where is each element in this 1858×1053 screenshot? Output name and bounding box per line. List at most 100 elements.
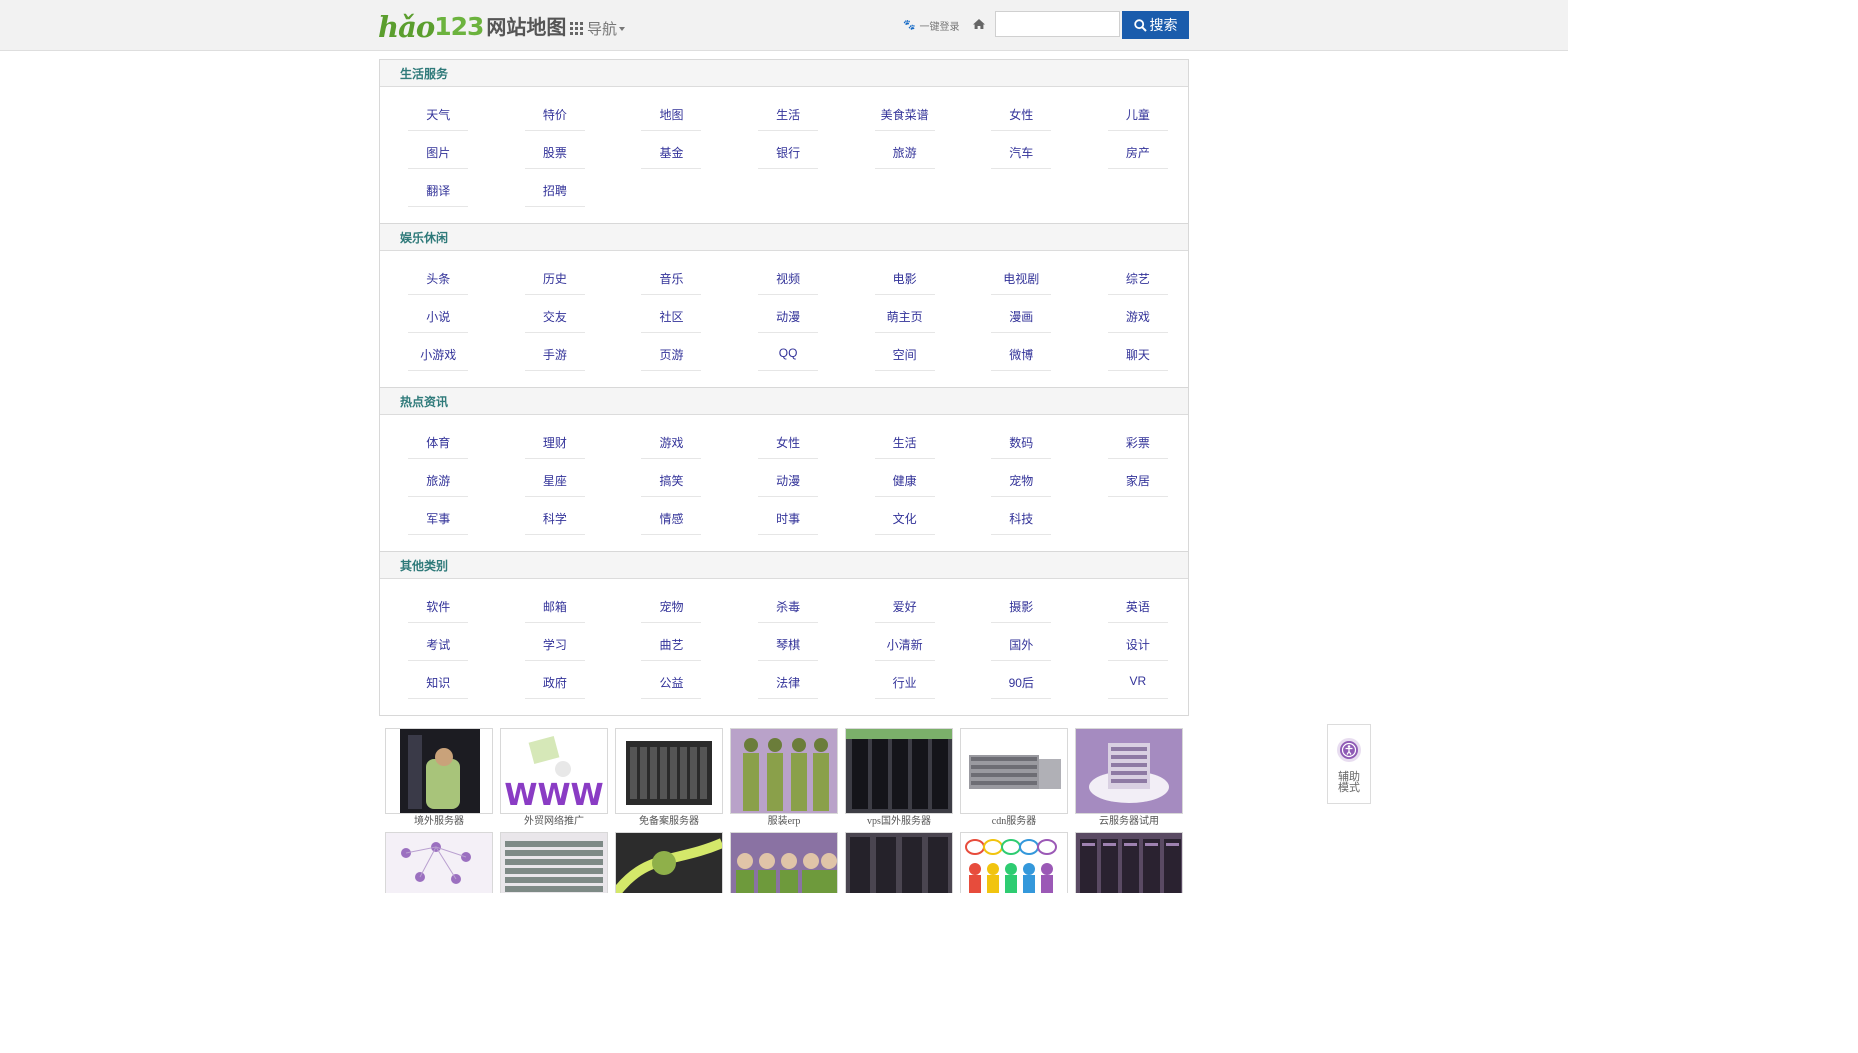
category-link[interactable]: 国外 xyxy=(991,628,1052,661)
category-link[interactable]: VR xyxy=(1107,666,1168,699)
ad-caption[interactable]: 外贸网络推广 xyxy=(500,814,608,829)
category-link[interactable]: 爱好 xyxy=(874,590,935,623)
ad-item[interactable] xyxy=(500,832,608,893)
ad-item[interactable] xyxy=(385,832,493,893)
category-link[interactable]: 政府 xyxy=(524,666,585,699)
category-link[interactable]: 宠物 xyxy=(641,590,702,623)
category-link[interactable]: 游戏 xyxy=(1107,300,1168,333)
category-link[interactable]: 翻译 xyxy=(408,174,469,207)
category-link[interactable]: 微博 xyxy=(991,338,1052,371)
category-link[interactable]: 数码 xyxy=(991,426,1052,459)
category-link[interactable]: 科技 xyxy=(991,502,1052,535)
category-link[interactable]: 电影 xyxy=(874,262,935,295)
category-link[interactable]: 健康 xyxy=(874,464,935,497)
category-link[interactable]: 游戏 xyxy=(641,426,702,459)
category-link[interactable]: 手游 xyxy=(524,338,585,371)
team-photo-image[interactable] xyxy=(730,832,838,893)
category-link[interactable]: 软件 xyxy=(408,590,469,623)
hao123-logo[interactable]: hǎo 123 网站地图 xyxy=(378,10,566,42)
www-figure-image[interactable]: WWW xyxy=(500,728,608,814)
category-link[interactable]: 杀毒 xyxy=(758,590,819,623)
cable-hand-image[interactable] xyxy=(615,832,723,893)
home-icon[interactable] xyxy=(972,17,986,31)
category-link[interactable]: 邮箱 xyxy=(524,590,585,623)
ad-item[interactable]: WWW 外贸网络推广 xyxy=(500,728,608,829)
category-link[interactable]: 股票 xyxy=(524,136,585,169)
category-link[interactable]: 旅游 xyxy=(408,464,469,497)
category-link[interactable]: 动漫 xyxy=(758,464,819,497)
category-link[interactable]: 90后 xyxy=(991,666,1052,699)
category-link[interactable]: 琴棋 xyxy=(758,628,819,661)
ad-caption[interactable]: 云服务器试用 xyxy=(1075,814,1183,829)
ad-item[interactable]: 云服务器试用 xyxy=(1075,728,1183,829)
category-link[interactable]: 图片 xyxy=(408,136,469,169)
network-people-image[interactable] xyxy=(385,832,493,893)
ad-item[interactable]: 服装erp xyxy=(730,728,838,829)
ad-item[interactable]: 免备案服务器 xyxy=(615,728,723,829)
category-link[interactable]: 知识 xyxy=(408,666,469,699)
category-link[interactable]: 空间 xyxy=(874,338,935,371)
category-link[interactable]: 萌主页 xyxy=(874,300,935,333)
category-link[interactable]: 行业 xyxy=(874,666,935,699)
category-link[interactable]: 美食菜谱 xyxy=(874,98,935,131)
category-link[interactable]: 搞笑 xyxy=(641,464,702,497)
category-link[interactable]: 音乐 xyxy=(641,262,702,295)
category-link[interactable]: 星座 xyxy=(524,464,585,497)
category-link[interactable]: 特价 xyxy=(524,98,585,131)
category-link[interactable]: 军事 xyxy=(408,502,469,535)
category-link[interactable]: 招聘 xyxy=(524,174,585,207)
one-click-login-link[interactable]: 🐾 一键登录 xyxy=(903,18,959,33)
cloud-server-image[interactable] xyxy=(1075,728,1183,814)
category-link[interactable]: 时事 xyxy=(758,502,819,535)
category-link[interactable]: 文化 xyxy=(874,502,935,535)
category-link[interactable]: QQ xyxy=(758,338,819,371)
ad-caption[interactable]: 免备案服务器 xyxy=(615,814,723,829)
category-link[interactable]: 聊天 xyxy=(1107,338,1168,371)
server-room-image[interactable] xyxy=(845,832,953,893)
server-rack-image[interactable] xyxy=(385,728,493,814)
category-link[interactable]: 地图 xyxy=(641,98,702,131)
storage-array-image[interactable] xyxy=(500,832,608,893)
ad-item[interactable] xyxy=(730,832,838,893)
category-link[interactable]: 公益 xyxy=(641,666,702,699)
speech-bubbles-image[interactable] xyxy=(960,832,1068,893)
ad-caption[interactable]: 境外服务器 xyxy=(385,814,493,829)
rack-units-image[interactable] xyxy=(960,728,1068,814)
category-link[interactable]: 综艺 xyxy=(1107,262,1168,295)
category-link[interactable]: 头条 xyxy=(408,262,469,295)
ad-caption[interactable]: cdn服务器 xyxy=(960,814,1068,829)
category-link[interactable]: 社区 xyxy=(641,300,702,333)
category-link[interactable]: 生活 xyxy=(758,98,819,131)
category-link[interactable]: 生活 xyxy=(874,426,935,459)
category-link[interactable]: 理财 xyxy=(524,426,585,459)
ad-item[interactable]: vps国外服务器 xyxy=(845,728,953,829)
category-link[interactable]: 小说 xyxy=(408,300,469,333)
search-input[interactable] xyxy=(995,11,1120,37)
ad-item[interactable]: cdn服务器 xyxy=(960,728,1068,829)
category-link[interactable]: 宠物 xyxy=(991,464,1052,497)
blade-server-image[interactable] xyxy=(615,728,723,814)
category-link[interactable]: 家居 xyxy=(1107,464,1168,497)
category-link[interactable]: 科学 xyxy=(524,502,585,535)
category-link[interactable]: 视频 xyxy=(758,262,819,295)
category-link[interactable]: 房产 xyxy=(1107,136,1168,169)
ad-item[interactable] xyxy=(615,832,723,893)
category-link[interactable]: 小游戏 xyxy=(408,338,469,371)
category-link[interactable]: 考试 xyxy=(408,628,469,661)
category-link[interactable]: 历史 xyxy=(524,262,585,295)
ad-caption[interactable]: 服装erp xyxy=(730,814,838,829)
ad-item[interactable] xyxy=(1075,832,1183,893)
category-link[interactable]: 交友 xyxy=(524,300,585,333)
search-button[interactable]: 搜索 xyxy=(1122,11,1189,39)
assist-mode-button[interactable]: 辅助 模式 xyxy=(1327,724,1371,804)
category-link[interactable]: 摄影 xyxy=(991,590,1052,623)
category-link[interactable]: 电视剧 xyxy=(991,262,1052,295)
category-link[interactable]: 汽车 xyxy=(991,136,1052,169)
category-link[interactable]: 天气 xyxy=(408,98,469,131)
category-link[interactable]: 学习 xyxy=(524,628,585,661)
ad-caption[interactable]: vps国外服务器 xyxy=(845,814,953,829)
category-link[interactable]: 彩票 xyxy=(1107,426,1168,459)
category-link[interactable]: 曲艺 xyxy=(641,628,702,661)
category-link[interactable]: 基金 xyxy=(641,136,702,169)
nav-dropdown-button[interactable]: 导航 xyxy=(570,18,626,39)
